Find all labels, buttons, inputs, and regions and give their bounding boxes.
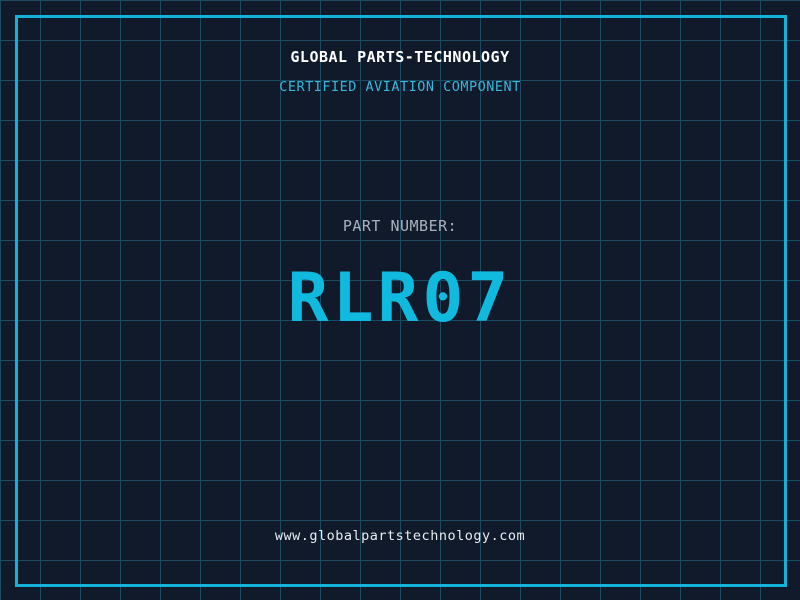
company-title: GLOBAL PARTS-TECHNOLOGY [290,48,510,66]
part-number-value: RLR07 [287,259,513,338]
website-url[interactable]: www.globalpartstechnology.com [0,529,800,544]
certification-subtitle: CERTIFIED AVIATION COMPONENT [279,79,521,95]
blueprint-page: GLOBAL PARTS-TECHNOLOGY CERTIFIED AVIATI… [0,0,800,600]
part-number-label: PART NUMBER: [342,217,458,235]
